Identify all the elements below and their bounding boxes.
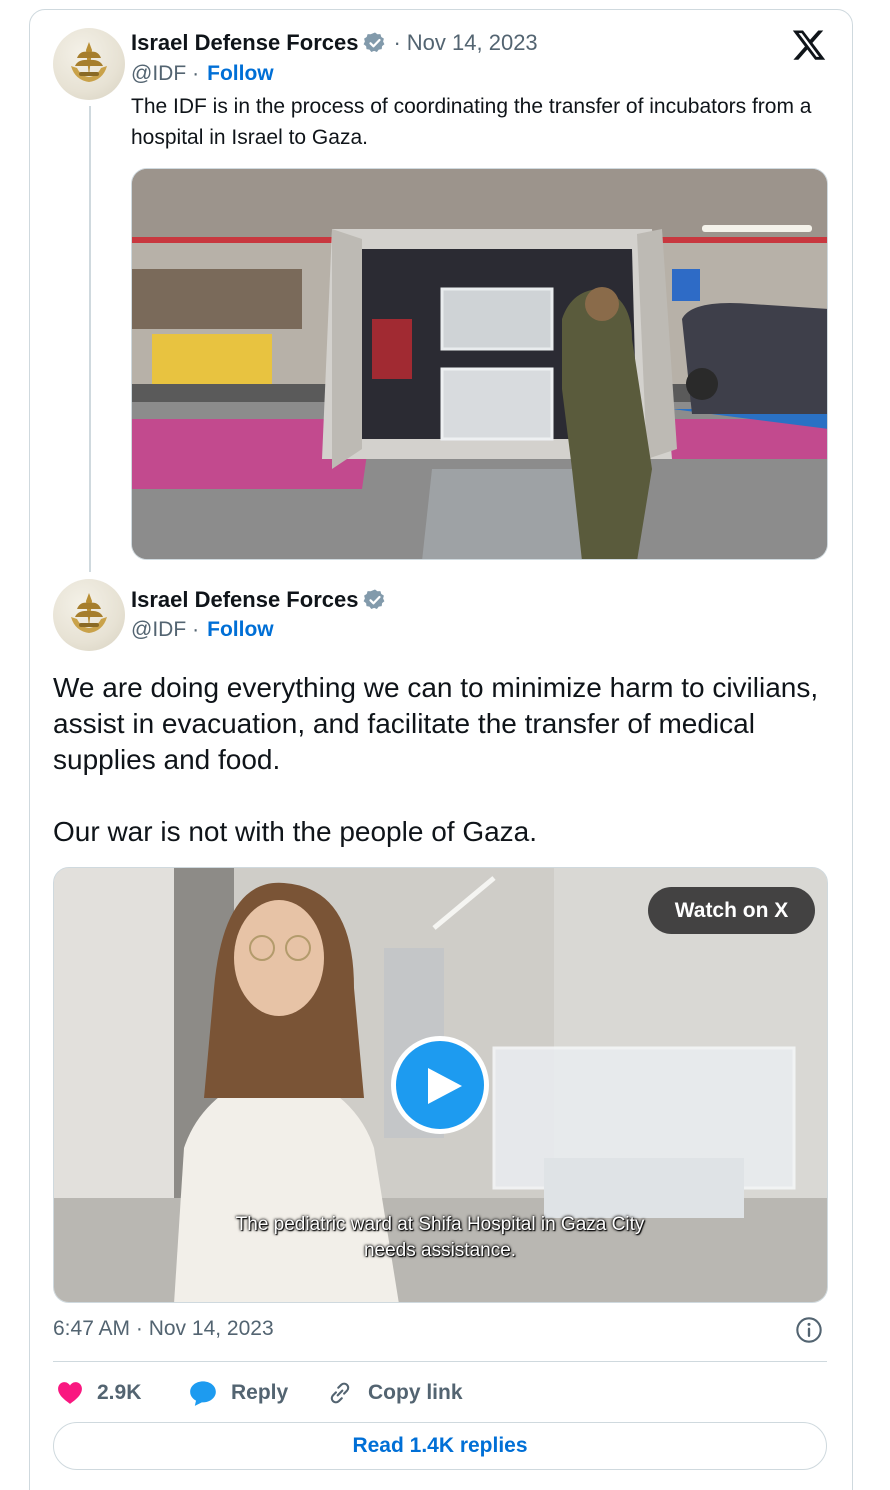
quoted-date-separator: ·	[393, 30, 401, 55]
verified-badge-icon	[364, 589, 385, 609]
main-handle-row: @IDF · Follow	[131, 618, 274, 642]
play-button[interactable]	[391, 1036, 489, 1134]
idf-emblem-icon	[71, 593, 107, 633]
main-tweet-text: We are doing everything we can to minimi…	[53, 670, 843, 850]
idf-emblem-icon	[71, 42, 107, 82]
quoted-author-row: Israel Defense Forces · Nov 14, 2023	[131, 30, 538, 56]
tweet-timestamp[interactable]: 6:47 AM · Nov 14, 2023	[53, 1317, 274, 1341]
info-icon[interactable]	[795, 1316, 823, 1344]
thread-connector-line	[89, 106, 91, 572]
tweet-paragraph: We are doing everything we can to minimi…	[53, 672, 819, 775]
link-icon	[330, 1382, 350, 1404]
verified-badge-icon	[364, 32, 385, 52]
read-replies-button[interactable]: Read 1.4K replies	[53, 1422, 827, 1470]
caption-line: The pediatric ward at Shifa Hospital in …	[235, 1214, 645, 1235]
ambulance-incubator-photo	[132, 169, 827, 559]
speech-bubble-icon	[190, 1381, 216, 1406]
quoted-tweet-photo[interactable]	[131, 168, 828, 560]
quoted-author-name[interactable]: Israel Defense Forces	[131, 30, 358, 56]
video-caption: The pediatric ward at Shifa Hospital in …	[190, 1212, 690, 1264]
caption-line: needs assistance.	[363, 1240, 517, 1261]
main-follow-link[interactable]: Follow	[207, 618, 274, 642]
heart-icon	[58, 1382, 82, 1404]
copy-link-action[interactable]: Copy link	[326, 1376, 463, 1410]
quoted-date[interactable]: Nov 14, 2023	[407, 30, 538, 56]
quoted-tweet-text: The IDF is in the process of coordinatin…	[131, 95, 812, 149]
like-action[interactable]: 2.9K	[57, 1376, 141, 1410]
main-handle[interactable]: @IDF	[131, 618, 186, 642]
handle-separator: ·	[192, 618, 200, 641]
quoted-handle[interactable]: @IDF	[131, 62, 186, 86]
reply-label: Reply	[231, 1381, 289, 1404]
copy-link-label: Copy link	[368, 1381, 463, 1404]
play-icon	[428, 1068, 462, 1104]
like-count: 2.9K	[97, 1381, 142, 1404]
quoted-follow-link[interactable]: Follow	[207, 62, 274, 86]
main-author-row: Israel Defense Forces	[131, 587, 387, 613]
watch-on-x-button[interactable]: Watch on X	[648, 887, 815, 934]
divider	[53, 1361, 827, 1362]
handle-separator: ·	[192, 62, 200, 85]
quoted-author-avatar[interactable]	[53, 28, 125, 100]
quoted-handle-row: @IDF · Follow	[131, 62, 274, 86]
main-author-avatar[interactable]	[53, 579, 125, 651]
x-logo-icon[interactable]	[791, 27, 827, 63]
reply-action[interactable]: Reply	[189, 1376, 288, 1410]
main-author-name[interactable]: Israel Defense Forces	[131, 587, 358, 613]
tweet-paragraph: Our war is not with the people of Gaza.	[53, 816, 538, 847]
